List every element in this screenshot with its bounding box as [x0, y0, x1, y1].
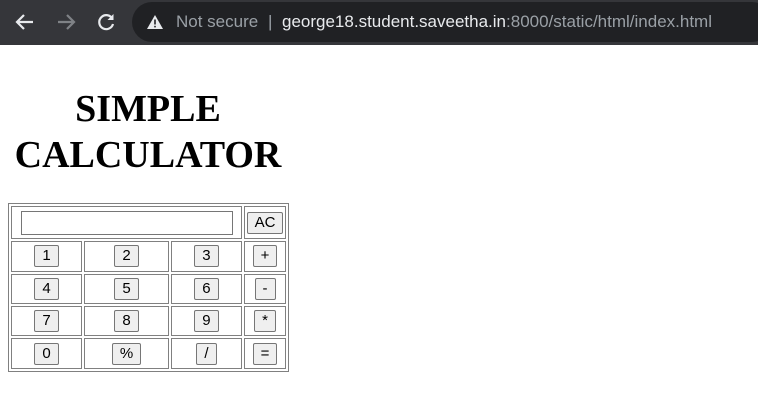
divide-button[interactable]: / — [196, 342, 217, 365]
key-7-button[interactable]: 7 — [34, 310, 59, 333]
address-bar[interactable]: Not secure | george18.student.saveetha.i… — [132, 2, 758, 42]
calculator-display[interactable] — [20, 210, 233, 235]
url-path: :8000/static/html/index.html — [506, 12, 712, 31]
browser-toolbar: Not secure | george18.student.saveetha.i… — [0, 0, 758, 45]
key-2-button[interactable]: 2 — [114, 245, 139, 268]
warning-triangle-icon — [146, 14, 164, 35]
key-3-button[interactable]: 3 — [194, 245, 219, 268]
key-4-button[interactable]: 4 — [34, 277, 59, 300]
key-5-button[interactable]: 5 — [114, 277, 139, 300]
calculator-table: AC 1 2 3 + 4 5 6 - 7 8 9 * 0 % / = — [8, 203, 289, 372]
display-cell — [11, 206, 242, 240]
multiply-button[interactable]: * — [254, 310, 276, 333]
subtract-button[interactable]: - — [254, 277, 276, 300]
percent-button[interactable]: % — [111, 342, 142, 365]
url-host: george18.student.saveetha.in — [282, 12, 507, 31]
back-arrow-icon[interactable] — [14, 11, 36, 33]
url-text[interactable]: george18.student.saveetha.in:8000/static… — [282, 12, 712, 32]
not-secure-label[interactable]: Not secure — [176, 12, 258, 32]
page-title-line2: CALCULATOR — [14, 134, 282, 176]
key-6-button[interactable]: 6 — [194, 277, 219, 300]
key-8-button[interactable]: 8 — [114, 310, 139, 333]
key-1-button[interactable]: 1 — [34, 245, 59, 268]
equals-button[interactable]: = — [252, 342, 278, 365]
key-9-button[interactable]: 9 — [194, 310, 219, 333]
reload-icon[interactable] — [95, 11, 117, 33]
page-title-line1: SIMPLE — [75, 88, 221, 130]
key-0-button[interactable]: 0 — [34, 342, 59, 365]
page-title: SIMPLE CALCULATOR — [0, 86, 296, 178]
address-separator: | — [268, 12, 273, 31]
forward-arrow-icon[interactable] — [55, 11, 77, 33]
add-button[interactable]: + — [252, 245, 278, 268]
clear-cell: AC — [244, 206, 286, 240]
clear-button[interactable]: AC — [246, 211, 284, 234]
